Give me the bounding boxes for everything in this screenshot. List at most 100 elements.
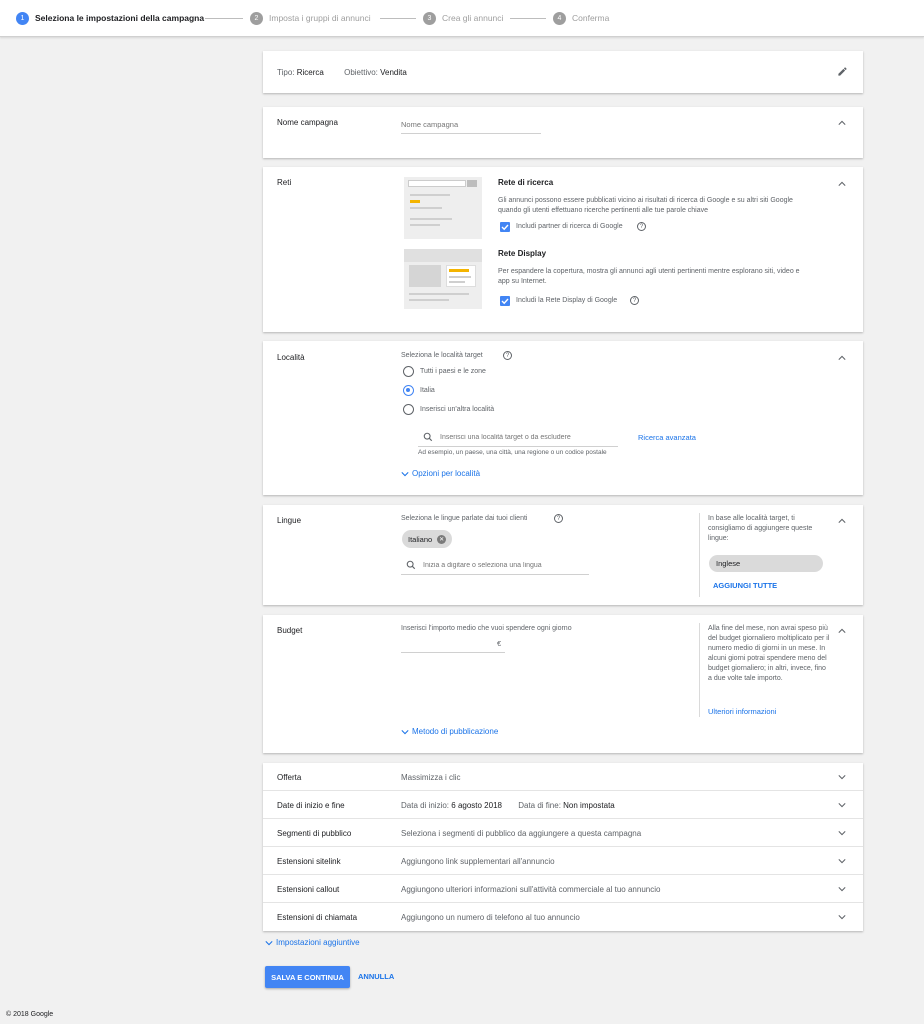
radio-all-countries[interactable] [403, 366, 414, 377]
save-continue-button[interactable]: SALVA E CONTINUA [265, 966, 350, 988]
display-network-illustration [404, 249, 482, 309]
help-icon[interactable]: ? [503, 351, 512, 360]
language-chip[interactable]: Italiano ✕ [402, 530, 453, 548]
location-search-input[interactable] [440, 431, 615, 443]
campaign-name-card: Nome campagna [263, 107, 863, 158]
row-title: Estensioni sitelink [277, 857, 341, 866]
budget-prompt: Inserisci l'importo medio che vuoi spend… [401, 625, 572, 632]
chevron-down-icon [265, 940, 273, 945]
campaign-type-summary: Tipo: Ricerca Obiettivo: Vendita [277, 68, 407, 77]
budget-input[interactable] [401, 637, 501, 651]
display-network-label: Includi la Rete Display di Google [516, 297, 618, 304]
search-icon [406, 560, 416, 572]
step-number: 2 [250, 11, 263, 25]
row-value: Seleziona i segmenti di pubblico da aggi… [401, 829, 642, 838]
additional-settings-toggle[interactable]: Impostazioni aggiuntive [265, 938, 360, 947]
step-connector [510, 18, 546, 19]
row-value: Aggiungono un numero di telefono al tuo … [401, 913, 580, 922]
chevron-down-icon[interactable] [838, 857, 846, 865]
row-value: Data di inizio: 6 agosto 2018 Data di fi… [401, 801, 615, 810]
location-options-toggle[interactable]: Opzioni per località [401, 469, 480, 478]
search-network-illustration [404, 177, 482, 239]
chevron-up-icon[interactable] [838, 119, 846, 127]
chevron-down-icon[interactable] [838, 885, 846, 893]
chevron-up-icon[interactable] [838, 627, 846, 635]
step-3[interactable]: 3 Crea gli annunci [423, 11, 503, 25]
radio-label: Tutti i paesi e le zone [420, 368, 486, 375]
location-options-label: Opzioni per località [412, 469, 481, 478]
row-title: Date di inizio e fine [277, 801, 345, 810]
step-2[interactable]: 2 Imposta i gruppi di annunci [250, 11, 371, 25]
step-4[interactable]: 4 Conferma [553, 11, 609, 25]
location-hint: Ad esempio, un paese, una città, una reg… [418, 449, 607, 456]
campaign-name-input[interactable] [401, 117, 541, 131]
display-network-description: Per espandere la copertura, mostra gli a… [498, 268, 800, 285]
step-1[interactable]: 1 Seleziona le impostazioni della campag… [16, 11, 204, 25]
row-callout[interactable]: Estensioni callout Aggiungono ulteriori … [263, 875, 863, 903]
help-icon[interactable]: ? [630, 296, 639, 305]
locations-card: Località Seleziona le località target ? … [263, 341, 863, 495]
chevron-down-icon[interactable] [838, 801, 846, 809]
languages-prompt: Seleziona le lingue parlate dai tuoi cli… [401, 515, 528, 522]
step-label: Imposta i gruppi di annunci [269, 13, 371, 23]
row-audience[interactable]: Segmenti di pubblico Seleziona i segment… [263, 819, 863, 847]
tipo-label: Tipo: [277, 68, 295, 77]
divider [699, 513, 700, 597]
currency-symbol: € [497, 639, 502, 648]
delivery-method-toggle[interactable]: Metodo di pubblicazione [401, 727, 498, 736]
chevron-down-icon[interactable] [838, 829, 846, 837]
input-underline [418, 446, 618, 447]
radio-italia[interactable] [403, 385, 414, 396]
campaign-type-card: Tipo: Ricerca Obiettivo: Vendita [263, 51, 863, 93]
chevron-up-icon[interactable] [838, 517, 846, 525]
locations-prompt: Seleziona le località target [401, 352, 483, 359]
language-search-input[interactable] [423, 559, 588, 571]
search-partners-checkbox[interactable] [500, 222, 510, 232]
start-date-value: 6 agosto 2018 [451, 801, 502, 810]
end-date-value: Non impostata [563, 801, 615, 810]
section-title: Budget [277, 626, 303, 635]
step-connector [380, 18, 416, 19]
chevron-down-icon [401, 729, 409, 734]
row-value: Aggiungono link supplementari all'annunc… [401, 857, 555, 866]
help-icon[interactable]: ? [554, 514, 563, 523]
search-partners-label: Includi partner di ricerca di Google [516, 223, 623, 230]
cancel-button[interactable]: ANNULLA [358, 972, 394, 981]
row-value: Massimizza i clic [401, 773, 461, 782]
divider [699, 623, 700, 717]
advanced-search-link[interactable]: Ricerca avanzata [638, 433, 696, 442]
section-title: Reti [277, 178, 292, 187]
row-sitelink[interactable]: Estensioni sitelink Aggiungono link supp… [263, 847, 863, 875]
obiettivo-label: Obiettivo: [344, 68, 378, 77]
chevron-up-icon[interactable] [838, 354, 846, 362]
row-call[interactable]: Estensioni di chiamata Aggiungono un num… [263, 903, 863, 931]
budget-help-text: Alla fine del mese, non avrai speso più … [708, 625, 830, 682]
row-title: Estensioni callout [277, 885, 340, 894]
edit-icon[interactable] [837, 66, 848, 79]
row-value: Aggiungono ulteriori informazioni sull'a… [401, 885, 661, 894]
step-label: Conferma [572, 13, 610, 23]
step-label: Crea gli annunci [442, 13, 504, 23]
row-title: Estensioni di chiamata [277, 913, 358, 922]
radio-label: Italia [420, 387, 435, 394]
settings-list-card: Offerta Massimizza i clic Date di inizio… [263, 763, 863, 931]
chevron-down-icon[interactable] [838, 773, 846, 781]
add-all-button[interactable]: AGGIUNGI TUTTE [713, 581, 777, 590]
help-icon[interactable]: ? [637, 222, 646, 231]
chevron-up-icon[interactable] [838, 180, 846, 188]
more-info-link[interactable]: Ulteriori informazioni [708, 707, 776, 716]
display-network-checkbox[interactable] [500, 296, 510, 306]
chevron-down-icon[interactable] [838, 913, 846, 921]
close-icon[interactable]: ✕ [437, 534, 447, 544]
suggested-language-chip[interactable]: Inglese [709, 555, 823, 572]
languages-card: Lingue Seleziona le lingue parlate dai t… [263, 505, 863, 605]
row-title: Offerta [277, 773, 302, 782]
input-underline [401, 133, 541, 134]
footer-copyright: © 2018 Google [6, 1011, 54, 1018]
row-offerta[interactable]: Offerta Massimizza i clic [263, 763, 863, 791]
display-network-title: Rete Display [498, 249, 547, 258]
tipo-value: Ricerca [296, 68, 324, 77]
radio-other-location[interactable] [403, 404, 414, 415]
row-date[interactable]: Date di inizio e fine Data di inizio: 6 … [263, 791, 863, 819]
start-date-label: Data di inizio: [401, 801, 450, 810]
